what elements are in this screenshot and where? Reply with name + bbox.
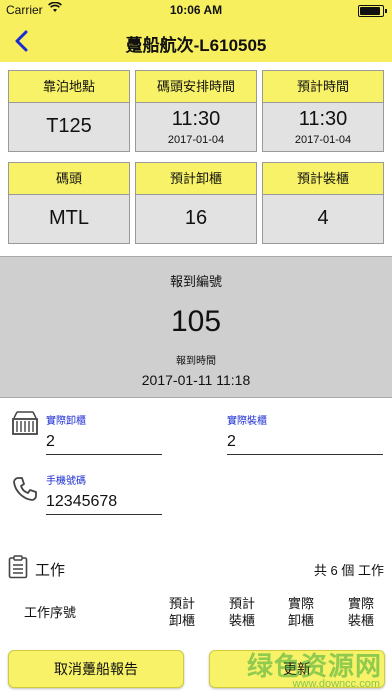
eta-date: 2017-01-04 [294, 134, 352, 146]
col-est-load: 預計 裝櫃 [222, 595, 262, 629]
pier-time-date: 2017-01-04 [167, 134, 225, 146]
actual-load-input[interactable]: 2 [227, 433, 383, 455]
report-time-label: 報到時間 [176, 356, 216, 367]
col-act-unload-line1: 實際 [287, 596, 314, 611]
est-load-label: 預計裝櫃 [263, 163, 383, 195]
work-count: 共 6 個 工作 [313, 563, 384, 578]
est-load-value: 4 [317, 207, 329, 229]
cancel-report-button[interactable]: 取消躉船報告 [8, 650, 184, 688]
nav-bar: 躉船航次-L610505 [0, 20, 392, 62]
phone-icon [12, 476, 38, 507]
actual-unload-input[interactable]: 2 [46, 433, 162, 455]
col-act-load-line1: 實際 [347, 596, 374, 611]
col-est-load-line2: 裝櫃 [228, 613, 255, 628]
pier-label: 碼頭 [9, 163, 129, 195]
col-est-unload-line2: 卸櫃 [168, 613, 195, 628]
pier-time-card: 碼頭安排時間 11:30 2017-01-04 [135, 70, 257, 152]
est-unload-value: 16 [184, 207, 208, 229]
actual-load-label: 實際裝櫃 [227, 416, 267, 427]
col-act-unload-line2: 卸櫃 [287, 613, 314, 628]
pier-value: MTL [49, 207, 89, 229]
phone-input[interactable]: 12345678 [46, 493, 162, 515]
eta-label: 預計時間 [263, 71, 383, 103]
pier-time-value: 11:30 [171, 108, 221, 130]
phone-field[interactable]: 手機號碼 12345678 [46, 472, 162, 515]
battery-icon [358, 5, 387, 17]
report-time-value: 2017-01-11 11:18 [141, 372, 251, 388]
clipboard-icon [8, 555, 28, 584]
status-time: 10:06 AM [169, 3, 223, 17]
pier-time-label: 碼頭安排時間 [136, 71, 256, 103]
work-section-header: 工作 共 6 個 工作 [8, 555, 384, 579]
actual-unload-field[interactable]: 實際卸櫃 2 [46, 412, 162, 455]
status-bar: Carrier 10:06 AM [0, 0, 392, 20]
berth-label: 靠泊地點 [9, 71, 129, 103]
report-number-label: 報到編號 [169, 274, 222, 289]
voyage-info-grid: 靠泊地點 T125 碼頭安排時間 11:30 2017-01-04 預計時間 1… [8, 70, 384, 254]
report-number-panel: 報到編號 105 報到時間 2017-01-11 11:18 [0, 256, 392, 398]
col-act-load: 實際 裝櫃 [341, 595, 381, 629]
col-est-unload-line1: 預計 [168, 596, 195, 611]
container-icon [11, 409, 39, 442]
watermark-url: www.downcc.com [292, 678, 380, 690]
col-act-unload: 實際 卸櫃 [281, 595, 321, 629]
est-unload-label: 預計卸櫃 [136, 163, 256, 195]
col-est-load-line1: 預計 [228, 596, 255, 611]
col-seq: 工作序號 [24, 605, 77, 620]
est-unload-card: 預計卸櫃 16 [135, 162, 257, 244]
est-load-card: 預計裝櫃 4 [262, 162, 384, 244]
col-est-unload: 預計 卸櫃 [162, 595, 202, 629]
pier-card: 碼頭 MTL [8, 162, 130, 244]
work-table-header: 工作序號 預計 卸櫃 預計 裝櫃 實際 卸櫃 實際 裝櫃 [0, 594, 392, 634]
actual-unload-label: 實際卸櫃 [46, 416, 86, 427]
eta-card: 預計時間 11:30 2017-01-04 [262, 70, 384, 152]
report-number-value: 105 [170, 305, 222, 338]
berth-card: 靠泊地點 T125 [8, 70, 130, 152]
col-act-load-line2: 裝櫃 [347, 613, 374, 628]
actual-load-field[interactable]: 實際裝櫃 2 [227, 412, 383, 455]
phone-label: 手機號碼 [46, 476, 86, 487]
berth-value: T125 [46, 115, 92, 137]
eta-time-value: 11:30 [298, 108, 348, 130]
work-title: 工作 [35, 562, 66, 579]
page-title: 躉船航次-L610505 [125, 36, 267, 55]
